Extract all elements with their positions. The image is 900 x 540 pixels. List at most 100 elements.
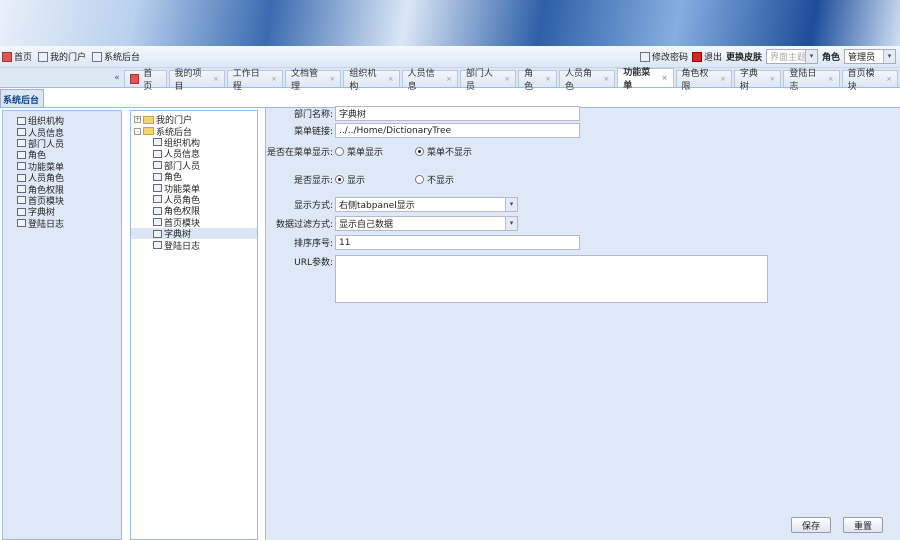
display-mode-select[interactable]: 右侧tabpanel显示 ▾ xyxy=(335,197,518,212)
role-select[interactable]: 管理员 ▾ xyxy=(844,49,896,64)
sidebar-item[interactable]: 登陆日志 xyxy=(17,218,121,230)
expand-icon[interactable]: + xyxy=(134,116,141,124)
tab-label: 组织机构 xyxy=(349,69,377,92)
tab-home[interactable]: 首页 xyxy=(123,69,167,92)
close-icon[interactable]: × xyxy=(271,75,277,83)
tab-item[interactable]: 我的项目 × xyxy=(168,69,225,92)
chevron-down-icon: ▾ xyxy=(505,198,517,211)
tree-node[interactable]: 首页模块 xyxy=(131,217,257,229)
logout-button[interactable]: 退出 xyxy=(691,50,722,63)
tab-label: 角色 xyxy=(524,69,534,92)
link-label: 菜单链接: xyxy=(293,127,333,137)
tab-item[interactable]: 角色权限 × xyxy=(675,69,732,92)
window-icon xyxy=(38,51,49,62)
menu-tree: + 我的门户 - 系统后台 组织机构 人员信息 部门人员 角色 功能菜单 人员角色 角色权限 首页模块… xyxy=(130,110,258,540)
chevron-down-icon: ▾ xyxy=(804,50,817,63)
close-icon[interactable]: × xyxy=(504,75,510,83)
home-icon xyxy=(2,51,12,62)
invisible-radio[interactable]: 不显示 xyxy=(415,173,454,186)
edit-icon xyxy=(639,51,650,62)
menu-edit-form: 部门名称: 字典树 菜单链接: ../../Home/DictionaryTree … xyxy=(265,106,900,540)
tab-item[interactable]: 组织机构 × xyxy=(343,69,400,92)
nav-system-admin[interactable]: 系统后台 xyxy=(92,50,140,63)
close-icon[interactable]: × xyxy=(603,75,609,83)
page-icon xyxy=(153,218,162,227)
url-textarea[interactable] xyxy=(335,255,768,303)
tab-label: 文档管理 xyxy=(291,69,319,92)
tree-node[interactable]: 部门人员 xyxy=(131,160,257,172)
close-icon[interactable]: × xyxy=(446,75,452,83)
close-icon[interactable]: × xyxy=(213,75,219,83)
tab-item[interactable]: 人员信息 × xyxy=(401,69,458,92)
filter-select[interactable]: 显示自己数据 ▾ xyxy=(335,216,518,231)
close-icon[interactable]: × xyxy=(662,74,668,82)
tab-label: 部门人员 xyxy=(465,69,493,92)
close-icon[interactable]: × xyxy=(388,75,394,83)
tab-label: 工作日程 xyxy=(232,69,260,92)
name-label: 部门名称: xyxy=(293,110,333,120)
nav-my-portal[interactable]: 我的门户 xyxy=(38,50,86,63)
tab-label: 我的项目 xyxy=(174,69,202,92)
display-mode-label: 显示方式: xyxy=(293,201,333,211)
tab-item[interactable]: 工作日程 × xyxy=(226,69,284,92)
folder-icon xyxy=(143,115,154,124)
visible-radio[interactable]: 显示 xyxy=(335,173,415,186)
collapse-sidebar-button[interactable]: « xyxy=(0,68,124,87)
page-icon xyxy=(153,184,162,193)
close-icon[interactable]: × xyxy=(828,75,834,83)
menu-show-radio[interactable]: 菜单显示 xyxy=(335,145,415,158)
save-button[interactable]: 保存 xyxy=(791,517,832,533)
order-input[interactable]: 11 xyxy=(335,235,580,250)
close-icon[interactable]: × xyxy=(329,75,335,83)
close-icon[interactable]: × xyxy=(545,75,551,83)
close-icon[interactable]: × xyxy=(720,75,726,83)
reset-button[interactable]: 重置 xyxy=(843,517,884,533)
tab-item[interactable]: 角色 × xyxy=(518,69,558,92)
tree-folder[interactable]: + 我的门户 xyxy=(131,114,257,126)
tab-item[interactable]: 功能菜单 × xyxy=(617,68,674,91)
close-icon[interactable]: × xyxy=(770,75,776,83)
expand-icon[interactable]: - xyxy=(134,127,141,135)
page-icon xyxy=(17,219,26,228)
nav-home[interactable]: 首页 xyxy=(2,50,32,63)
page-icon xyxy=(17,139,26,148)
close-icon[interactable]: × xyxy=(886,75,892,83)
tab-item[interactable]: 登陆日志 × xyxy=(783,69,840,92)
change-password-button[interactable]: 修改密码 xyxy=(639,50,688,63)
page-icon xyxy=(153,229,162,238)
tab-item[interactable]: 部门人员 × xyxy=(459,69,517,92)
page-icon xyxy=(153,149,162,158)
link-input[interactable]: ../../Home/DictionaryTree xyxy=(335,123,580,138)
radio-icon xyxy=(335,147,344,156)
menu-hide-radio[interactable]: 菜单不显示 xyxy=(415,145,472,158)
role-label: 角色 xyxy=(821,53,840,63)
tree-node[interactable]: 登陆日志 xyxy=(131,239,257,252)
tab-label: 角色权限 xyxy=(681,69,709,92)
tab-label: 字典树 xyxy=(739,69,758,92)
tab-item[interactable]: 字典树 × xyxy=(733,69,782,92)
name-input[interactable]: 字典树 xyxy=(335,106,580,121)
skin-label: 更换皮肤 xyxy=(725,53,762,63)
chevron-down-icon: ▾ xyxy=(883,50,895,63)
page-icon xyxy=(17,128,26,137)
tab-item[interactable]: 人员角色 × xyxy=(559,69,616,92)
tab-label: 功能菜单 xyxy=(623,68,651,91)
home-icon xyxy=(129,74,140,84)
tab-item[interactable]: 首页模块 × xyxy=(841,69,898,92)
window-icon xyxy=(92,51,103,62)
tab-label: 人员信息 xyxy=(407,69,435,92)
tab-item[interactable]: 文档管理 × xyxy=(285,69,342,92)
tab-label: 人员角色 xyxy=(565,69,593,92)
menu-show-label: 是否在菜单显示: xyxy=(266,148,333,158)
exit-icon xyxy=(691,51,702,62)
skin-select[interactable]: 界面主题 ▾ xyxy=(765,49,818,64)
radio-icon xyxy=(415,175,424,184)
page-icon xyxy=(153,161,162,170)
sidebar-menu: 组织机构 人员信息 部门人员 角色 功能菜单 人员角色 角色权限 首页模块 字典树 登陆日志 xyxy=(2,110,122,540)
page-icon xyxy=(153,172,162,181)
page-icon xyxy=(17,173,26,182)
tab-label: 登陆日志 xyxy=(789,69,817,92)
page-icon xyxy=(17,207,26,216)
sidebar-title: 系统后台 xyxy=(0,89,44,107)
header-banner xyxy=(0,0,900,46)
